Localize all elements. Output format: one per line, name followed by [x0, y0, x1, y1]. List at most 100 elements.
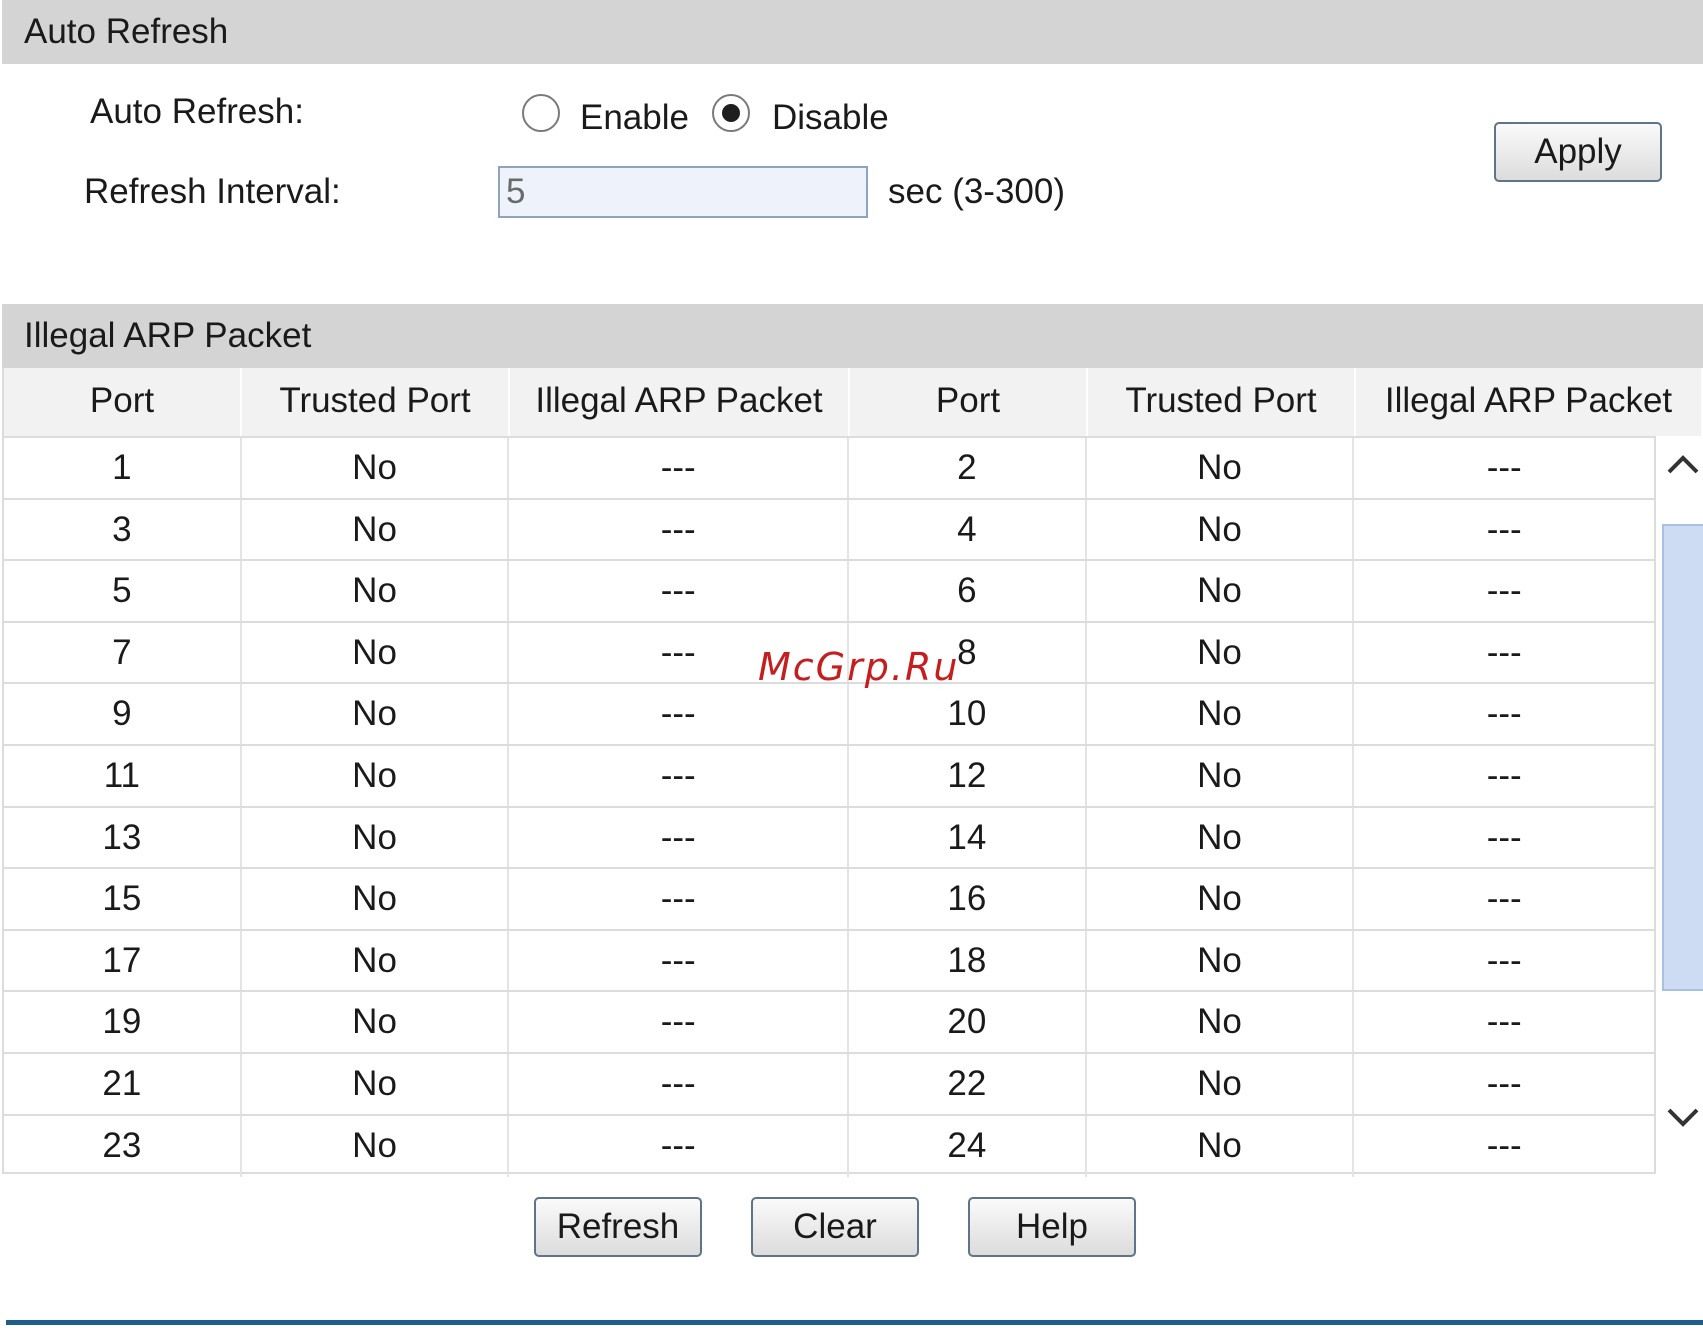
table-cell: 21 — [4, 1053, 242, 1114]
help-button[interactable]: Help — [968, 1197, 1136, 1257]
table-cell: --- — [509, 807, 849, 868]
table-cell: --- — [1486, 448, 1522, 487]
table-cell: --- — [1486, 1063, 1522, 1103]
table-cell: No — [242, 1115, 510, 1178]
table-cell: No — [1087, 807, 1355, 868]
table-cell: 9 — [4, 684, 242, 744]
table-cell: 17 — [4, 930, 242, 991]
table-cell: 20 — [849, 992, 1087, 1052]
chevron-up-icon[interactable] — [1666, 448, 1700, 482]
footer-divider — [6, 1320, 1703, 1325]
table-row: 13 No --- 14 No --- — [4, 807, 1654, 870]
column-header: Illegal ARP Packet — [510, 368, 850, 436]
table-cell: 14 — [849, 807, 1087, 868]
table-row: 9 No --- 10 No --- — [4, 684, 1654, 746]
column-header: Trusted Port — [242, 368, 510, 436]
arp-statistics-page: Auto Refresh Auto Refresh: Enable Disabl… — [0, 0, 1703, 1332]
table-scrollbar[interactable] — [1658, 436, 1703, 1174]
table-cell: 7 — [4, 622, 242, 683]
table-cell: No — [242, 807, 510, 868]
table-cell: --- — [509, 561, 849, 621]
table-cell: --- — [1486, 1125, 1522, 1165]
table-cell: No — [1087, 745, 1355, 806]
chevron-down-icon[interactable] — [1666, 1100, 1700, 1134]
table-row: 3 No --- 4 No --- — [4, 499, 1654, 562]
table-cell: 1 — [4, 438, 242, 498]
table-cell: No — [242, 499, 510, 560]
table-cell: 22 — [849, 1053, 1087, 1114]
table-cell: --- — [1486, 509, 1522, 549]
table-row: 21 No --- 22 No --- — [4, 1053, 1654, 1116]
table-cell: --- — [509, 499, 849, 560]
table-cell: 6 — [849, 561, 1087, 621]
table-cell: No — [242, 1053, 510, 1114]
table-cell: 19 — [4, 992, 242, 1052]
table-cell: 24 — [849, 1115, 1087, 1178]
table-cell: --- — [1486, 694, 1522, 734]
table-cell: 16 — [849, 869, 1087, 929]
table-cell: --- — [509, 1115, 849, 1178]
table-cell: 11 — [4, 745, 242, 806]
table-cell: 3 — [4, 499, 242, 560]
refresh-interval-hint: sec (3-300) — [888, 172, 1066, 211]
table-cell: 18 — [849, 930, 1087, 991]
table-cell: No — [1087, 684, 1355, 744]
table-cell: 2 — [849, 438, 1087, 498]
table-cell: No — [242, 745, 510, 806]
illegal-arp-section-header: Illegal ARP Packet — [2, 304, 1703, 368]
table-cell: --- — [1486, 632, 1522, 672]
auto-refresh-section-header: Auto Refresh — [2, 0, 1703, 64]
table-cell: --- — [509, 992, 849, 1052]
table-cell: 4 — [849, 499, 1087, 560]
table-cell: No — [1087, 869, 1355, 929]
table-cell: No — [1087, 622, 1355, 683]
table-cell: --- — [1486, 817, 1522, 857]
table-cell: --- — [1486, 940, 1522, 980]
auto-refresh-label: Auto Refresh: — [90, 92, 304, 131]
apply-button[interactable]: Apply — [1494, 122, 1662, 182]
table-cell: No — [1087, 930, 1355, 991]
table-cell: --- — [509, 1053, 849, 1114]
table-cell: 10 — [849, 684, 1087, 744]
table-cell: --- — [1486, 879, 1522, 919]
table-cell: --- — [509, 684, 849, 744]
table-row: 17 No --- 18 No --- — [4, 930, 1654, 993]
illegal-arp-table: Port Trusted Port Illegal ARP Packet Por… — [2, 368, 1703, 1178]
table-row: 11 No --- 12 No --- — [4, 745, 1654, 808]
table-cell: No — [242, 438, 510, 498]
table-cell: --- — [509, 438, 849, 498]
enable-radio-label[interactable]: Enable — [580, 98, 689, 138]
table-cell: No — [242, 992, 510, 1052]
table-cell: No — [1087, 499, 1355, 560]
enable-radio[interactable] — [522, 94, 560, 132]
clear-button[interactable]: Clear — [751, 1197, 919, 1257]
disable-radio-label[interactable]: Disable — [772, 98, 889, 138]
table-cell: No — [1087, 438, 1355, 498]
refresh-interval-input[interactable] — [498, 166, 868, 218]
refresh-button[interactable]: Refresh — [534, 1197, 702, 1257]
scroll-thumb[interactable] — [1662, 524, 1703, 991]
column-header: Illegal ARP Packet — [1356, 368, 1703, 436]
table-cell: No — [1087, 1053, 1355, 1114]
table-row: 1 No --- 2 No --- — [4, 438, 1654, 500]
table-cell: --- — [509, 745, 849, 806]
table-row: 5 No --- 6 No --- — [4, 561, 1654, 623]
table-cell: 15 — [4, 869, 242, 929]
table-cell: No — [242, 561, 510, 621]
table-row: 23 No --- 24 No --- — [4, 1115, 1654, 1178]
table-cell: 5 — [4, 561, 242, 621]
table-cell: --- — [509, 869, 849, 929]
table-cell: No — [242, 684, 510, 744]
column-header: Port — [850, 368, 1088, 436]
table-cell: No — [242, 869, 510, 929]
disable-radio[interactable] — [712, 94, 750, 132]
table-cell: 23 — [4, 1115, 242, 1178]
table-cell: 12 — [849, 745, 1087, 806]
table-cell: --- — [1486, 755, 1522, 795]
table-body: 1 No --- 2 No --- 3 No --- 4 No --- 5 No --- 6 No --- 7 No -… — [4, 436, 1656, 1178]
watermark: McGrp.Ru — [758, 645, 960, 689]
table-cell: No — [1087, 1115, 1355, 1178]
table-row: 15 No --- 16 No --- — [4, 869, 1654, 931]
table-cell: No — [242, 622, 510, 683]
table-cell: No — [1087, 561, 1355, 621]
